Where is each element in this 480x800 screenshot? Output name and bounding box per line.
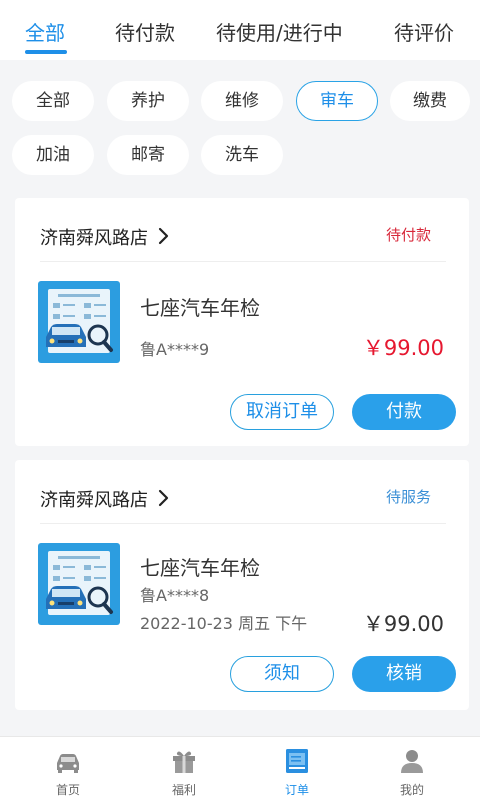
- notice-button[interactable]: 须知: [230, 656, 334, 692]
- divider: [40, 523, 446, 524]
- order-card[interactable]: 济南舜风路店 待付款 七座汽车年检 鲁A****9 ￥99.00 取消订单 付款: [15, 198, 469, 446]
- license-plate: 鲁A****9: [140, 340, 210, 359]
- nav-label: 订单: [284, 783, 309, 797]
- filter-repair[interactable]: 维修: [201, 81, 283, 121]
- order-status: 待服务: [385, 488, 431, 506]
- product-title: 七座汽车年检: [140, 556, 260, 580]
- filter-maintenance[interactable]: 养护: [107, 81, 189, 121]
- tab-in-progress[interactable]: 待使用/进行中: [216, 18, 343, 48]
- active-tab-indicator: [25, 50, 67, 54]
- nav-profile[interactable]: 我的: [352, 737, 472, 800]
- filter-fuel[interactable]: 加油: [12, 135, 94, 175]
- order-tabs: 全部 待付款 待使用/进行中 待评价: [0, 0, 480, 60]
- order-price: ￥99.00: [362, 612, 444, 636]
- chevron-right-icon[interactable]: [158, 227, 170, 245]
- tab-to-review[interactable]: 待评价: [394, 18, 454, 48]
- nav-label: 首页: [55, 783, 80, 797]
- appointment-datetime: 2022-10-23 周五 下午: [140, 614, 308, 633]
- filter-payment[interactable]: 缴费: [390, 81, 470, 121]
- category-filters: 全部 养护 维修 审车 缴费 加油 邮寄 洗车: [0, 60, 480, 190]
- cancel-order-button[interactable]: 取消订单: [230, 394, 334, 430]
- filter-inspection[interactable]: 审车: [296, 81, 378, 121]
- nav-label: 我的: [399, 783, 424, 797]
- filter-all[interactable]: 全部: [12, 81, 94, 121]
- license-plate: 鲁A****8: [140, 586, 210, 605]
- order-price: ￥99.00: [362, 336, 444, 360]
- divider: [40, 261, 446, 262]
- store-name[interactable]: 济南舜风路店: [40, 224, 148, 250]
- chevron-right-icon[interactable]: [158, 489, 170, 507]
- nav-orders[interactable]: 订单: [237, 737, 357, 800]
- nav-home[interactable]: 首页: [8, 737, 128, 800]
- order-card[interactable]: 济南舜风路店 待服务 七座汽车年检 鲁A****8 2022-10-23 周五 …: [15, 460, 469, 710]
- gift-icon: [173, 751, 195, 773]
- product-title: 七座汽车年检: [140, 296, 260, 320]
- car-inspection-thumbnail: [38, 281, 120, 363]
- store-name[interactable]: 济南舜风路店: [40, 486, 148, 512]
- redeem-button[interactable]: 核销: [352, 656, 456, 692]
- filter-mail[interactable]: 邮寄: [107, 135, 189, 175]
- tab-all[interactable]: 全部: [25, 18, 65, 48]
- user-icon: [401, 750, 423, 773]
- filter-carwash[interactable]: 洗车: [201, 135, 283, 175]
- tab-unpaid[interactable]: 待付款: [115, 18, 175, 48]
- nav-label: 福利: [171, 783, 196, 797]
- car-inspection-thumbnail: [38, 543, 120, 625]
- pay-button[interactable]: 付款: [352, 394, 456, 430]
- bottom-nav: 首页 福利 订单 我的: [0, 736, 480, 800]
- car-icon: [57, 754, 79, 773]
- order-status: 待付款: [385, 226, 431, 244]
- order-icon: [286, 749, 308, 773]
- nav-benefits[interactable]: 福利: [124, 737, 244, 800]
